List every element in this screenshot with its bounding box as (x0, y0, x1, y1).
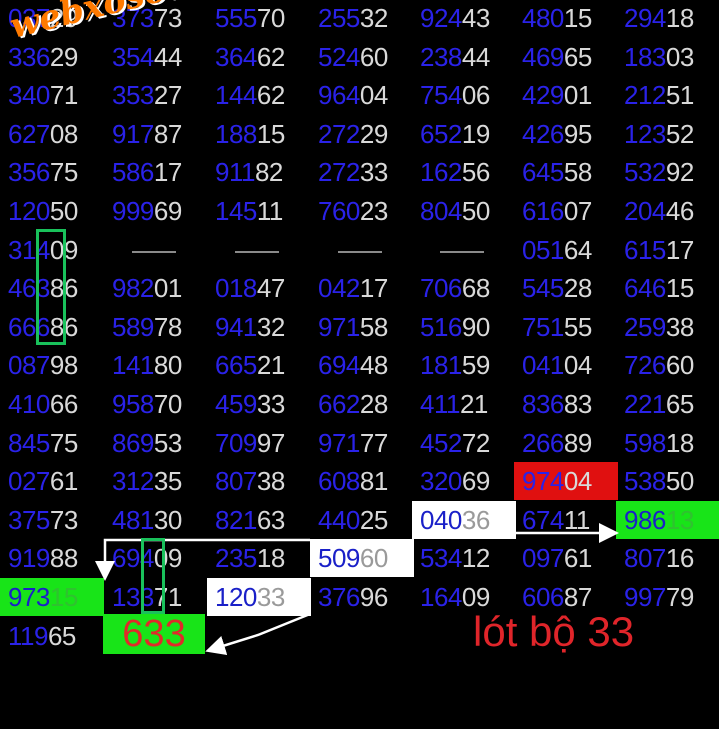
caption-text: lót bộ 33 (473, 608, 635, 655)
column-highlight-box-1 (36, 229, 66, 345)
column-highlight-box-2 (141, 538, 165, 614)
arrow-left-down (95, 538, 310, 581)
highlight-number: 633 (103, 614, 205, 654)
arrow-to-633 (205, 612, 311, 656)
